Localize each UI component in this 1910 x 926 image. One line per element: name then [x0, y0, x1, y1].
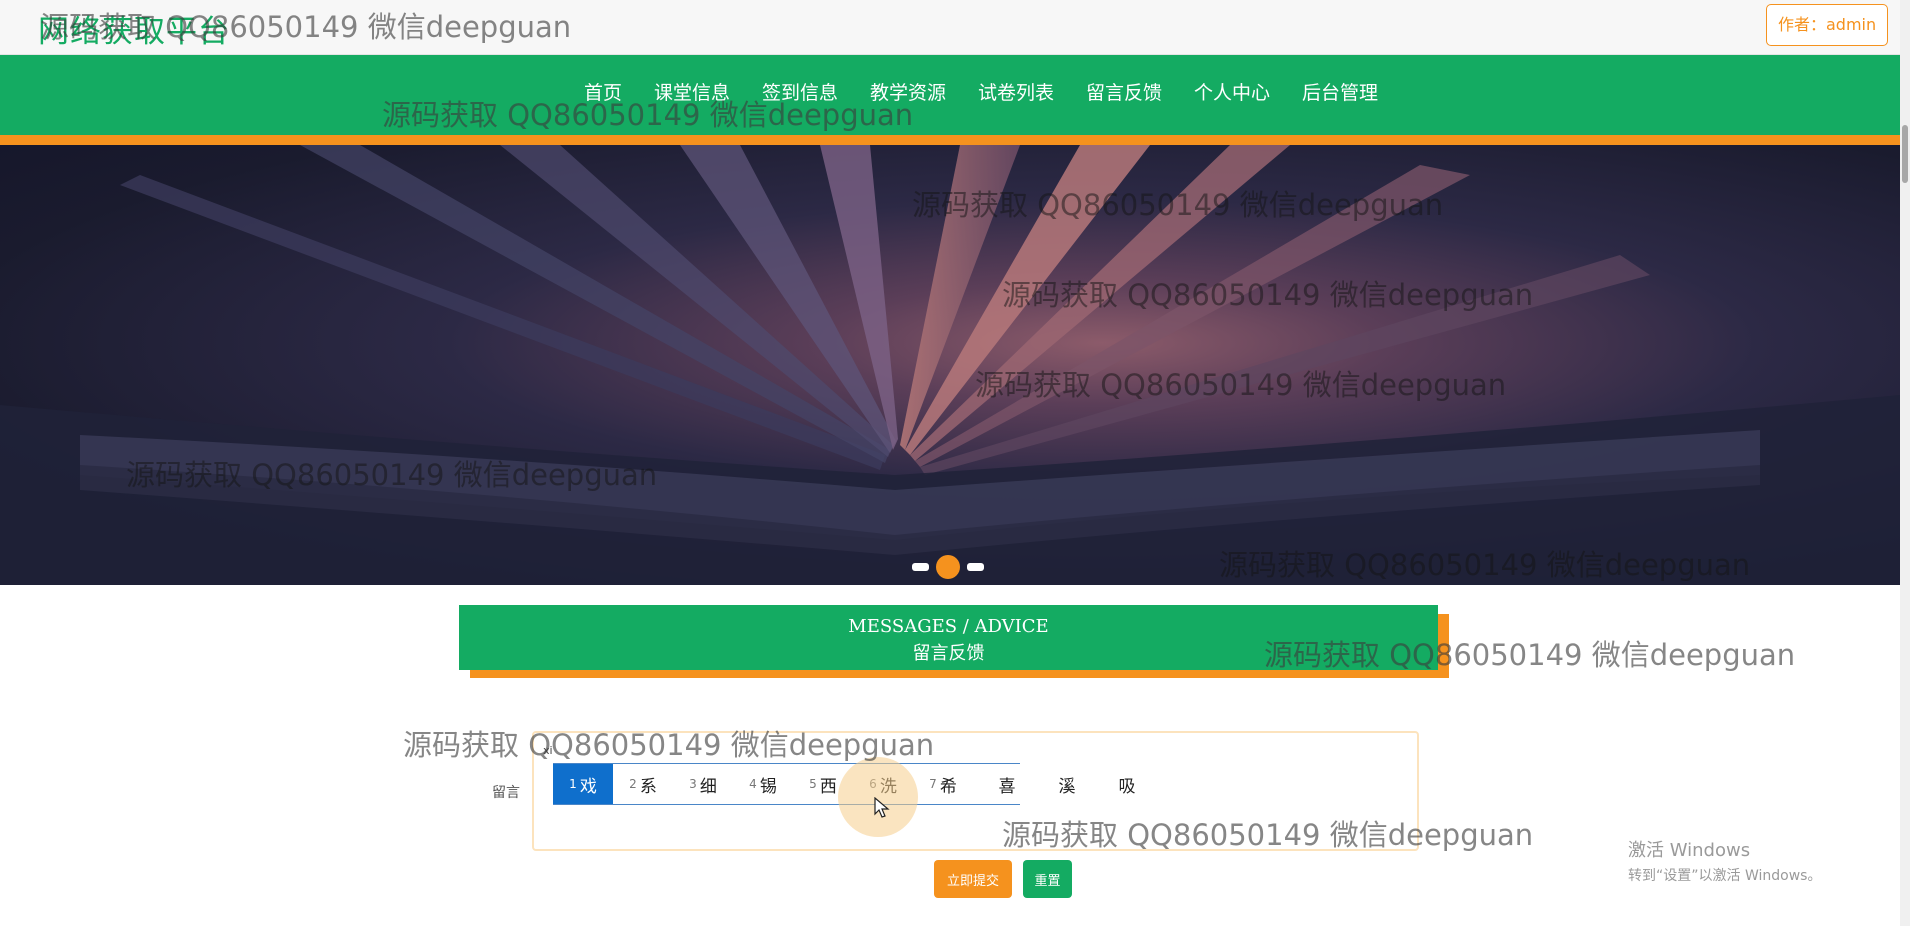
ime-candidate-char: 西 — [819, 776, 837, 797]
ime-extra-candidate-1[interactable]: 喜 — [977, 763, 1037, 805]
activation-title: 激活 Windows — [1628, 840, 1751, 861]
ime-candidate-char: 戏 — [579, 776, 597, 797]
ime-candidate-num: 5 — [809, 777, 817, 791]
carousel-dot-3[interactable] — [967, 563, 984, 571]
ime-candidate-num: 2 — [629, 777, 637, 791]
main-nav: 首页 课堂信息 签到信息 教学资源 试卷列表 留言反馈 个人中心 后台管理 — [0, 55, 1900, 135]
ime-candidate-char: 系 — [639, 776, 657, 797]
activation-subtitle: 转到“设置”以激活 Windows。 — [1628, 868, 1822, 884]
ime-extra-candidate-2[interactable]: 溪 — [1037, 763, 1097, 805]
nav-item-profile[interactable]: 个人中心 — [1194, 55, 1270, 135]
nav-item-resources[interactable]: 教学资源 — [870, 55, 946, 135]
reset-button[interactable]: 重置 — [1023, 860, 1072, 898]
nav-item-exams[interactable]: 试卷列表 — [978, 55, 1054, 135]
ime-composition: xi — [543, 744, 553, 757]
nav-item-admin[interactable]: 后台管理 — [1302, 55, 1378, 135]
ime-candidate-bar: 1戏 2系 3细 4锡 5西 6洗 7希 — [553, 763, 1020, 805]
section-header: MESSAGES / ADVICE 留言反馈 — [459, 605, 1438, 670]
mouse-pointer-icon — [874, 797, 890, 818]
carousel-dot-2[interactable] — [936, 555, 960, 579]
carousel-dot-1[interactable] — [912, 563, 929, 571]
page-scrollbar[interactable] — [1900, 0, 1910, 926]
submit-button[interactable]: 立即提交 — [934, 860, 1012, 898]
carousel-indicators — [912, 555, 984, 579]
message-label: 留言 — [492, 785, 520, 801]
ime-candidate-2[interactable]: 2系 — [613, 764, 673, 804]
ime-candidate-num: 4 — [749, 777, 757, 791]
ime-candidate-7[interactable]: 7希 — [913, 764, 973, 804]
ime-candidate-num: 1 — [569, 777, 577, 791]
nav-item-feedback[interactable]: 留言反馈 — [1086, 55, 1162, 135]
author-button[interactable]: 作者：admin — [1766, 4, 1889, 46]
ime-candidate-3[interactable]: 3细 — [673, 764, 733, 804]
ime-candidate-char: 希 — [939, 776, 957, 797]
scrollbar-thumb[interactable] — [1902, 125, 1908, 183]
site-title[interactable]: 网络获取平台 — [38, 6, 230, 51]
nav-accent-stripe — [0, 135, 1900, 145]
banner-book-image — [0, 145, 1900, 585]
nav-items: 首页 课堂信息 签到信息 教学资源 试卷列表 留言反馈 个人中心 后台管理 — [0, 55, 1900, 135]
ime-candidate-4[interactable]: 4锡 — [733, 764, 793, 804]
banner-carousel — [0, 145, 1900, 585]
nav-item-home[interactable]: 首页 — [584, 55, 622, 135]
windows-activation-notice: 激活 Windows 转到“设置”以激活 Windows。 — [1628, 836, 1821, 885]
section-title-en: MESSAGES / ADVICE — [848, 616, 1049, 637]
ime-candidate-num: 7 — [929, 777, 937, 791]
ime-candidate-char: 细 — [699, 776, 717, 797]
nav-item-classroom[interactable]: 课堂信息 — [654, 55, 730, 135]
ime-candidate-char: 锡 — [759, 776, 777, 797]
ime-extra-candidate-3[interactable]: 吸 — [1097, 763, 1157, 805]
ime-candidate-num: 3 — [689, 777, 697, 791]
ime-candidate-1[interactable]: 1戏 — [553, 764, 613, 804]
section-title-cn: 留言反馈 — [912, 643, 985, 664]
top-bar: 网络获取平台 作者：admin — [0, 0, 1900, 55]
nav-item-checkin[interactable]: 签到信息 — [762, 55, 838, 135]
